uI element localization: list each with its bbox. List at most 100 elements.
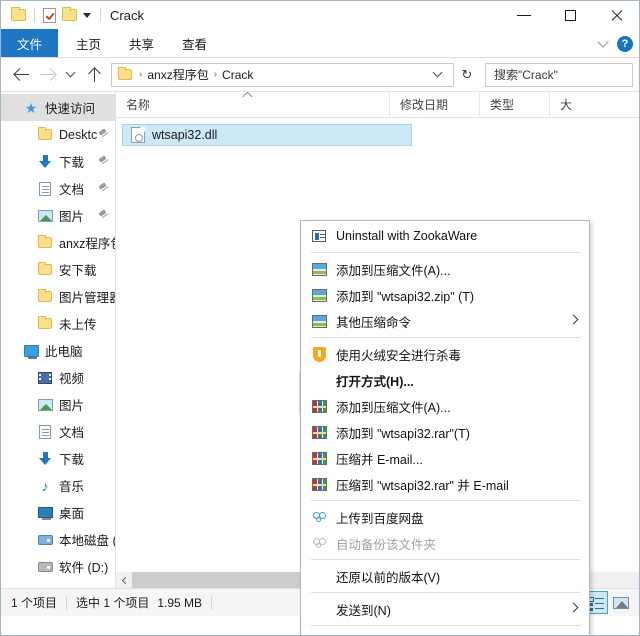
sidebar-item-12[interactable]: 文档 [1,418,115,445]
scrollbar-thumb[interactable] [132,572,300,588]
menu-item-label: 添加到压缩文件(A)... [336,263,451,278]
tab-home[interactable]: 主页 [62,29,115,57]
sidebar-item-17[interactable]: 软件 (D:) [1,553,115,580]
column-header-date[interactable]: 修改日期 [390,92,480,118]
sidebar-item-7[interactable]: 图片管理器 [1,283,115,310]
table-row[interactable]: wtsapi32.dll [122,124,412,146]
sidebar-item-18[interactable]: 备份[勿删] [1,580,115,588]
menu-item-4[interactable]: 其他压缩命令 [301,308,589,334]
new-folder-icon[interactable] [60,6,78,24]
pin-icon[interactable] [98,210,109,221]
sidebar-item-6[interactable]: 安下载 [1,256,115,283]
tab-file[interactable]: 文件 [1,29,59,57]
thumbnails-view-button[interactable] [609,591,633,614]
column-header-type[interactable]: 类型 [480,92,550,118]
minimize-button[interactable] [501,1,547,29]
menu-item-2[interactable]: 添加到压缩文件(A)... [301,256,589,282]
folder-icon [118,67,132,80]
menu-item-label: 使用火绒安全进行杀毒 [336,348,462,363]
tab-view[interactable]: 查看 [168,29,221,57]
window-controls [501,1,639,29]
sidebar-item-15[interactable]: 桌面 [1,499,115,526]
chevron-right-icon [568,314,579,325]
dll-file-icon [131,127,145,143]
sidebar-item-16[interactable]: 本地磁盘 ( [1,526,115,553]
sidebar-item-0[interactable]: ★ 快速访问 [1,94,115,121]
navigation-pane[interactable]: ★快速访问Desktc下载文档图片anxz程序包安下载图片管理器未上传此电脑视频… [1,92,116,588]
properties-icon[interactable] [40,6,58,24]
menu-item-7[interactable]: 打开方式(H)... [301,367,589,393]
music-icon: ♪ [41,477,49,494]
back-button[interactable] [11,63,33,87]
zip-icon [311,261,327,277]
pin-icon[interactable] [98,156,109,167]
close-button[interactable] [593,1,639,29]
sidebar-item-1[interactable]: Desktc [1,121,115,148]
chevron-down-icon[interactable] [597,35,609,48]
pin-icon[interactable] [98,183,109,194]
menu-item-6[interactable]: 使用火绒安全进行杀毒 [301,341,589,367]
menu-item-20[interactable]: 剪切(T) [301,629,589,635]
sidebar-item-label: 图片 [59,399,85,413]
menu-item-3[interactable]: 添加到 "wtsapi32.zip" (T) [301,282,589,308]
menu-item-label: 添加到 "wtsapi32.zip" (T) [336,289,475,304]
shield-icon [311,346,327,362]
arrow-up-icon [87,67,102,82]
sidebar-item-9[interactable]: 此电脑 [1,337,115,364]
sidebar-item-8[interactable]: 未上传 [1,310,115,337]
breadcrumb[interactable]: › anxz程序包 › Crack [111,62,454,87]
search-box[interactable] [485,62,639,87]
menu-item-11[interactable]: 压缩到 "wtsapi32.rar" 并 E-mail [301,471,589,497]
maximize-button[interactable] [547,1,593,29]
rar-icon [311,398,327,414]
folder-icon [37,235,53,251]
breadcrumb-item-1[interactable]: Crack [222,68,253,82]
folder-icon [37,262,53,278]
folder-icon [37,127,53,143]
menu-item-8[interactable]: 添加到压缩文件(A)... [301,393,589,419]
folder-icon[interactable] [9,6,27,24]
menu-item-18[interactable]: 发送到(N) [301,596,589,622]
column-header-size[interactable]: 大 [550,92,590,118]
baidu-cloud-icon [311,509,327,525]
divider [34,8,35,22]
customize-caret-icon[interactable] [83,12,91,18]
menu-item-13[interactable]: 上传到百度网盘 [301,504,589,530]
sidebar-item-2[interactable]: 下载 [1,148,115,175]
recent-locations-button[interactable] [59,63,81,87]
chevron-down-icon[interactable] [432,67,443,78]
sidebar-item-14[interactable]: ♪ 音乐 [1,472,115,499]
help-icon[interactable]: ? [617,35,633,52]
forward-button[interactable] [35,63,57,87]
pin-icon[interactable] [98,129,109,140]
menu-item-9[interactable]: 添加到 "wtsapi32.rar"(T) [301,419,589,445]
sidebar-item-13[interactable]: 下载 [1,445,115,472]
sidebar-item-label: 桌面 [59,507,85,521]
ribbon-right-controls: ? [597,29,633,58]
sidebar-item-3[interactable]: 文档 [1,175,115,202]
tab-share[interactable]: 共享 [115,29,168,57]
column-header-name[interactable]: 名称 [116,92,390,118]
file-name: wtsapi32.dll [152,128,218,142]
refresh-button[interactable]: ↻ [456,63,478,87]
scroll-left-button[interactable] [116,572,132,588]
sidebar-item-label: anxz程序包 [59,237,115,251]
sidebar-item-11[interactable]: 图片 [1,391,115,418]
sidebar-item-label: 未上传 [59,318,97,332]
sidebar-item-10[interactable]: 视频 [1,364,115,391]
sidebar-item-4[interactable]: 图片 [1,202,115,229]
menu-item-0[interactable]: Uninstall with ZookaWare [301,223,589,249]
up-button[interactable] [83,63,105,87]
breadcrumb-separator: › [139,69,143,80]
menu-item-label: Uninstall with ZookaWare [336,229,478,243]
search-input[interactable] [494,67,639,82]
sidebar-item-5[interactable]: anxz程序包 [1,229,115,256]
sidebar-item-label: 下载 [59,453,85,467]
context-menu[interactable]: Uninstall with ZookaWare 添加到压缩文件(A)... 添加到… [300,220,590,635]
menu-item-10[interactable]: 压缩并 E-mail... [301,445,589,471]
menu-item-16[interactable]: 还原以前的版本(V) [301,563,589,589]
rar-icon [311,476,327,492]
document-icon [37,424,53,440]
selection-label: 选中 1 个项目 [76,596,150,610]
breadcrumb-item-0[interactable]: anxz程序包 [147,66,208,83]
